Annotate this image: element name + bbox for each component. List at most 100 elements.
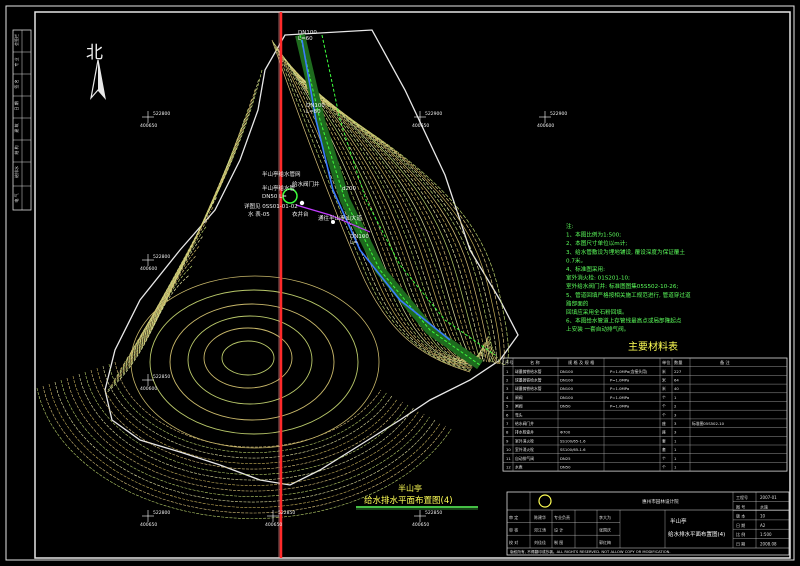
materials-cell: 5 bbox=[506, 404, 509, 409]
materials-cell: DN50 bbox=[560, 465, 571, 470]
label-pipe-c2: L= bbox=[350, 240, 358, 246]
contour-line bbox=[300, 82, 487, 362]
coord-y: 400600 bbox=[140, 266, 157, 272]
coord-y: 400650 bbox=[265, 522, 282, 528]
materials-cell: 64 bbox=[674, 378, 679, 383]
coord-x: 522800 bbox=[153, 510, 170, 516]
contour-line bbox=[130, 158, 231, 352]
materials-cell: 个 bbox=[662, 412, 666, 417]
note-line: 6、本图给水管道上存管线最高点或局部隆起点 bbox=[566, 317, 682, 325]
contour-line bbox=[305, 89, 501, 364]
role-name: 邓江涛 bbox=[534, 527, 546, 533]
materials-cell: 1 bbox=[674, 447, 677, 452]
label-road: 衣井台 bbox=[292, 210, 309, 218]
label-pipe-note: 半山亭给水管 bbox=[262, 184, 296, 192]
role-label: 审 定 bbox=[509, 514, 518, 520]
materials-cell: 个 bbox=[662, 404, 666, 409]
contour-line bbox=[139, 118, 245, 338]
materials-cell: 7 bbox=[506, 421, 509, 426]
project-name: 半山亭 bbox=[670, 517, 687, 525]
materials-header: 名 称 bbox=[530, 359, 540, 366]
tb-right-label: 版 本 bbox=[736, 513, 745, 519]
note-line: 4、标准图采用: bbox=[566, 265, 605, 273]
note-line: 路部面的 bbox=[566, 299, 589, 307]
materials-cell: 2 bbox=[506, 378, 509, 383]
materials-cell: 1 bbox=[506, 369, 509, 374]
materials-cell: DN100 bbox=[560, 386, 574, 391]
contour-line bbox=[124, 187, 221, 363]
left-strip-label: 专 业 bbox=[13, 57, 19, 66]
role-label-2: 制 图 bbox=[554, 539, 563, 545]
materials-cell: 40 bbox=[674, 386, 679, 391]
label-valve: 给水阀门井 bbox=[292, 180, 320, 188]
tb-right-value: 水施 bbox=[760, 503, 768, 509]
scale-value: 1:500 bbox=[760, 532, 772, 537]
coord-x: 522850 bbox=[278, 510, 295, 516]
role-label: 校 对 bbox=[509, 539, 518, 545]
note-line: 3、给水管敷设为埋地铺设, 覆设深度为保证覆土 bbox=[566, 248, 685, 256]
materials-cell: DN100 bbox=[560, 369, 574, 374]
role-name-2: 张国庆 bbox=[599, 527, 611, 533]
coord-x: 522800 bbox=[153, 254, 170, 260]
note-line: 5、管道回填严格按相关施工规范进行, 管道穿过道 bbox=[566, 291, 691, 299]
contour-line bbox=[145, 89, 256, 328]
contour-line bbox=[84, 371, 409, 475]
contour-line bbox=[272, 41, 471, 372]
tb-right-label: 图 号 bbox=[736, 503, 745, 509]
materials-cell: P=1.0MPa bbox=[610, 378, 629, 383]
materials-cell: 6 bbox=[506, 412, 509, 417]
contour-line bbox=[137, 128, 242, 342]
materials-cell: 球墨铸铁给水管 bbox=[515, 386, 542, 391]
materials-cell: 1 bbox=[674, 456, 677, 461]
materials-cell: 座 bbox=[662, 421, 666, 426]
materials-header: 规 格 及 规 格 bbox=[568, 359, 595, 366]
materials-cell: 1 bbox=[674, 395, 677, 400]
coord-x: 522800 bbox=[153, 111, 170, 117]
drawing-title-2: 给水排水平面布置图(4) bbox=[364, 495, 453, 506]
contour-line bbox=[279, 50, 474, 365]
materials-cell: 球墨铸铁给水管 bbox=[515, 378, 542, 383]
contour-line bbox=[42, 385, 447, 514]
materials-cell: 个 bbox=[662, 456, 666, 461]
date-label: 日 期 bbox=[736, 541, 745, 547]
materials-cell: P=1.0MPa bbox=[610, 404, 629, 409]
contour-line bbox=[54, 381, 436, 503]
drawing-title-1: 半山亭 bbox=[398, 483, 422, 493]
materials-cell: P=1.0MPa(含接头用) bbox=[610, 369, 648, 374]
materials-cell: 3 bbox=[674, 421, 677, 426]
tb-right-label: 日 期 bbox=[736, 522, 745, 528]
coord-y: 400650 bbox=[140, 123, 157, 129]
tb-right-value: A2 bbox=[760, 523, 766, 528]
coord-y: 400600 bbox=[140, 386, 157, 392]
role-name: 刘佳佳 bbox=[534, 539, 546, 545]
materials-header: 单位 bbox=[662, 359, 670, 366]
note-line: 室外消火栓: 01S201-10; bbox=[566, 274, 630, 282]
materials-cell: 室外消火栓 bbox=[515, 447, 534, 452]
materials-cell: 闸阀 bbox=[515, 395, 523, 400]
materials-cell: DN100 bbox=[560, 378, 574, 383]
materials-cell: 闸阀 bbox=[515, 404, 523, 409]
company-name: 惠州市园林设计院 bbox=[642, 498, 679, 505]
left-strip-label: 给排水 bbox=[13, 166, 19, 178]
materials-cell: Φ700 bbox=[560, 430, 571, 435]
company-logo-icon bbox=[538, 494, 552, 508]
note-line: 室外给水阀门井: 标准图图集05S502-10-26; bbox=[566, 282, 678, 290]
hydrant-icon bbox=[299, 200, 305, 206]
materials-cell: DN25 bbox=[560, 456, 571, 461]
role-label: 审 核 bbox=[509, 527, 518, 533]
materials-cell: 给水阀门井 bbox=[515, 421, 534, 426]
materials-cell: 米 bbox=[662, 369, 666, 374]
materials-cell: 排水检查井 bbox=[515, 430, 534, 435]
contour-line bbox=[78, 373, 414, 481]
contour-line bbox=[72, 375, 420, 486]
contour-line bbox=[128, 167, 228, 356]
materials-header: 备 注 bbox=[720, 359, 731, 366]
notes-block: 注:1、本图比例为1:500;2、本图尺寸单位以m计;3、给水管敷设为埋地铺设,… bbox=[566, 222, 691, 333]
outer-border bbox=[5, 5, 795, 561]
materials-cell: 室外消火栓 bbox=[515, 438, 534, 443]
label-pavilion: 半山亭给水管网 bbox=[262, 170, 301, 178]
role-label-2: 专业负责 bbox=[554, 514, 570, 520]
materials-cell: 1 bbox=[674, 465, 677, 470]
summit-contours bbox=[130, 275, 380, 449]
materials-cell: 9 bbox=[506, 438, 509, 443]
